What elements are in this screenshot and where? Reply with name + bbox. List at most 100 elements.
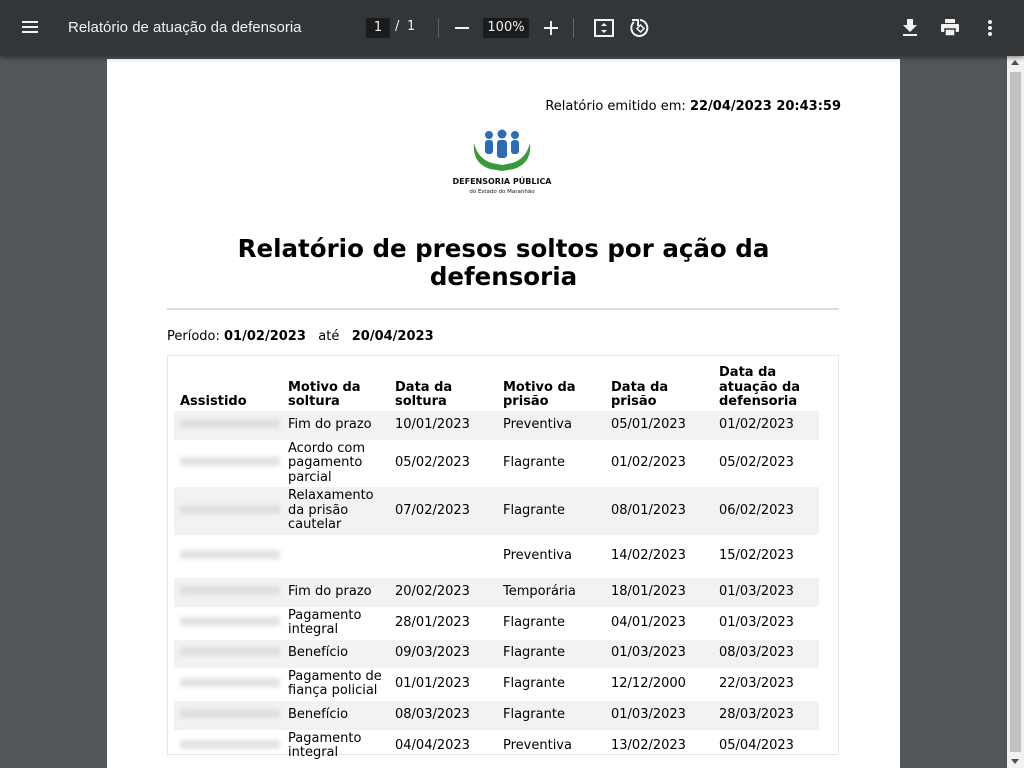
svg-text:DEFENSORIA PÚBLICA: DEFENSORIA PÚBLICA — [453, 175, 553, 186]
scroll-down-arrow-icon[interactable] — [1011, 759, 1019, 764]
data-prisao-cell: 08/01/2023 — [605, 487, 713, 535]
data-prisao-cell: 18/01/2023 — [605, 577, 713, 607]
motivo-soltura-cell: Fim do prazo — [282, 410, 389, 440]
table-row: Benefício 09/03/2023 Flagrante 01/03/202… — [174, 639, 819, 668]
motivo-soltura-cell: Pagamento integral — [288, 730, 362, 760]
assistido-cell-redacted — [174, 639, 282, 668]
motivo-soltura-cell: Relaxamento da prisão cautelar — [282, 487, 389, 535]
motivo-soltura-cell — [282, 535, 389, 578]
menu-icon[interactable] — [22, 18, 46, 38]
report-table: Assistido Motivo da soltura Data da solt… — [174, 365, 819, 763]
data-atuacao-cell: 15/02/2023 — [719, 547, 794, 563]
motivo-prisao-cell: Flagrante — [503, 614, 565, 630]
assistido-cell-redacted — [174, 730, 282, 763]
toolbar-divider — [573, 18, 574, 38]
data-atuacao-cell: 01/02/2023 — [713, 410, 819, 440]
document-title: Relatório de atuação da defensoria — [68, 19, 302, 36]
table-row: Pagamento de fiança policial 01/01/2023 … — [174, 668, 819, 701]
download-icon[interactable] — [896, 14, 924, 42]
table-header-row: Assistido Motivo da soltura Data da solt… — [174, 365, 819, 411]
motivo-soltura-cell: Benefício — [282, 639, 389, 668]
data-soltura-cell: 07/02/2023 — [389, 487, 497, 535]
data-prisao-cell: 14/02/2023 — [611, 547, 686, 563]
period-line: Período: 01/02/2023 até 20/04/2023 — [167, 329, 434, 344]
issued-value: 22/04/2023 20:43:59 — [689, 99, 841, 114]
rotate-icon[interactable] — [626, 14, 654, 42]
col-header-assistido: Assistido — [180, 394, 247, 409]
assistido-cell-redacted — [174, 440, 282, 488]
motivo-prisao-cell: Preventiva — [503, 547, 572, 563]
data-soltura-cell — [389, 535, 497, 578]
motivo-prisao-cell: Flagrante — [497, 639, 605, 668]
assistido-cell-redacted — [174, 535, 282, 578]
table-row: Relaxamento da prisão cautelar 07/02/202… — [174, 487, 819, 535]
table-row: Fim do prazo 20/02/2023 Temporária 18/01… — [174, 577, 819, 607]
assistido-cell-redacted — [174, 700, 282, 730]
report-title: Relatório de presos soltos por ação da d… — [237, 234, 770, 291]
col-header-motivo-prisao: Motivo da prisão — [503, 379, 576, 409]
data-prisao-cell: 12/12/2000 — [611, 675, 686, 691]
data-prisao-cell: 01/02/2023 — [611, 455, 686, 470]
motivo-prisao-cell: Flagrante — [497, 487, 605, 535]
assistido-cell-redacted — [174, 487, 282, 535]
data-atuacao-cell: 28/03/2023 — [713, 700, 819, 730]
zoom-level-input[interactable]: 100% — [483, 18, 529, 38]
period-until: até — [318, 329, 340, 344]
period-label: Período: — [167, 329, 220, 344]
zoom-in-icon[interactable] — [537, 14, 565, 42]
data-prisao-cell: 01/03/2023 — [605, 700, 713, 730]
motivo-soltura-cell: Pagamento integral — [288, 607, 362, 637]
motivo-prisao-cell: Preventiva — [497, 410, 605, 440]
page-separator: / — [395, 19, 400, 34]
col-header-data-prisao: Data da prisão — [611, 379, 669, 409]
data-prisao-cell: 13/02/2023 — [611, 737, 686, 753]
table-row: Preventiva 14/02/2023 15/02/2023 — [174, 535, 819, 578]
table-row: Fim do prazo 10/01/2023 Preventiva 05/01… — [174, 410, 819, 440]
issued-timestamp: Relatório emitido em: 22/04/2023 20:43:5… — [545, 99, 841, 114]
pdf-toolbar: Relatório de atuação da defensoria 1 / 1… — [0, 0, 1024, 56]
data-prisao-cell: 05/01/2023 — [605, 410, 713, 440]
title-divider — [167, 308, 839, 310]
motivo-prisao-cell: Flagrante — [503, 455, 565, 470]
toolbar-divider — [438, 18, 439, 38]
data-atuacao-cell: 05/04/2023 — [719, 737, 794, 753]
issued-label: Relatório emitido em: — [545, 99, 686, 114]
page-total: 1 — [407, 19, 416, 34]
pdf-viewer[interactable]: Relatório emitido em: 22/04/2023 20:43:5… — [0, 56, 1024, 768]
fit-page-icon[interactable] — [590, 14, 618, 42]
data-soltura-cell: 01/01/2023 — [395, 675, 470, 691]
report-table-container: Assistido Motivo da soltura Data da solt… — [167, 355, 839, 760]
data-atuacao-cell: 01/03/2023 — [713, 577, 819, 607]
assistido-cell-redacted — [174, 607, 282, 640]
data-soltura-cell: 05/02/2023 — [395, 455, 470, 470]
period-end: 20/04/2023 — [351, 329, 434, 344]
data-atuacao-cell: 05/02/2023 — [719, 455, 794, 470]
period-start: 01/02/2023 — [224, 329, 306, 344]
data-atuacao-cell: 08/03/2023 — [713, 639, 819, 668]
assistido-cell-redacted — [174, 577, 282, 607]
data-soltura-cell: 20/02/2023 — [389, 577, 497, 607]
print-icon[interactable] — [936, 14, 964, 42]
data-prisao-cell: 04/01/2023 — [611, 614, 686, 630]
zoom-out-icon[interactable] — [448, 14, 476, 42]
more-vert-icon[interactable] — [976, 14, 1004, 42]
col-header-motivo-soltura: Motivo da soltura — [288, 379, 361, 409]
table-row: Acordo com pagamento parcial 05/02/2023 … — [174, 440, 819, 488]
page-number-input[interactable]: 1 — [366, 18, 390, 38]
data-soltura-cell: 08/03/2023 — [389, 700, 497, 730]
scroll-up-arrow-icon[interactable] — [1011, 60, 1019, 65]
scrollbar-thumb[interactable] — [1010, 72, 1021, 752]
pdf-page: Relatório emitido em: 22/04/2023 20:43:5… — [107, 59, 900, 768]
vertical-scrollbar[interactable] — [1007, 56, 1024, 768]
svg-text:do Estado do Maranhão: do Estado do Maranhão — [469, 189, 535, 195]
data-atuacao-cell: 22/03/2023 — [719, 675, 794, 691]
data-soltura-cell: 04/04/2023 — [395, 737, 470, 753]
motivo-prisao-cell: Temporária — [497, 577, 605, 607]
data-atuacao-cell: 06/02/2023 — [713, 487, 819, 535]
col-header-data-soltura: Data da soltura — [395, 379, 453, 409]
assistido-cell-redacted — [174, 410, 282, 440]
motivo-prisao-cell: Preventiva — [503, 737, 572, 753]
data-soltura-cell: 28/01/2023 — [395, 614, 470, 630]
data-soltura-cell: 10/01/2023 — [389, 410, 497, 440]
table-row: Benefício 08/03/2023 Flagrante 01/03/202… — [174, 700, 819, 730]
